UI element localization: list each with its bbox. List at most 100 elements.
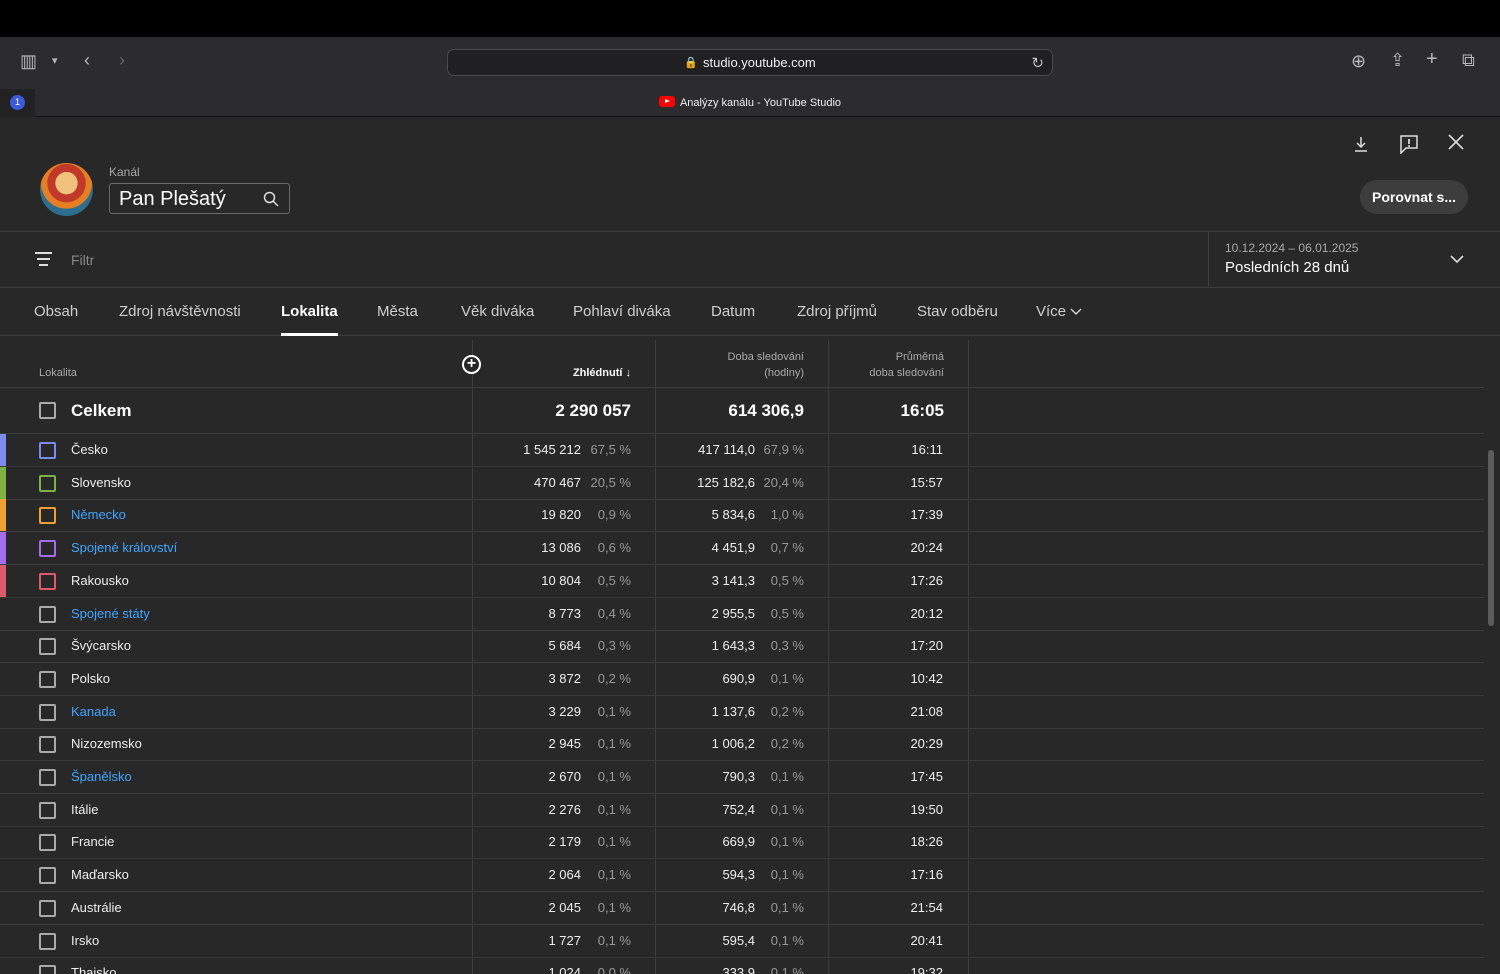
watch-time-percent: 0,1 % — [770, 899, 804, 915]
avatar — [40, 163, 93, 216]
row-checkbox[interactable] — [39, 474, 56, 492]
tab-vek-divaka[interactable]: Věk diváka — [461, 303, 534, 320]
table-row: Maďarsko 2 064 0,1 % 594,3 0,1 % 17:16 — [0, 859, 1484, 893]
header-watch-time[interactable]: Doba sledování (hodiny) — [728, 349, 804, 381]
avg-duration-value: 17:39 — [910, 507, 943, 523]
compare-button[interactable]: Porovnat s... — [1360, 180, 1468, 214]
download-report-icon[interactable] — [1352, 135, 1370, 153]
location-table: Lokalita + Zhlédnutí ↓ Doba sledování (ho… — [0, 340, 1484, 974]
views-percent: 0,9 % — [597, 507, 631, 523]
tab-obsah[interactable]: Obsah — [34, 303, 78, 320]
new-tab-icon[interactable]: + — [1426, 49, 1438, 69]
views-value: 1 024 — [548, 965, 581, 974]
tab-vice[interactable]: Více — [1036, 303, 1082, 320]
channel-selector[interactable]: Pan Plešatý — [109, 183, 290, 214]
tab-overview-icon[interactable]: ⧉ — [1462, 50, 1475, 70]
report-header: Kanál Pan Plešatý Porovnat s... — [0, 118, 1500, 232]
row-checkbox[interactable] — [39, 703, 56, 721]
channel-label: Kanál — [109, 165, 140, 179]
views-percent: 0,1 % — [597, 769, 631, 784]
share-icon[interactable]: ⇪ — [1390, 50, 1405, 70]
filter-input[interactable]: Filtr — [71, 252, 94, 268]
active-tab[interactable]: Analýzy kanálu - YouTube Studio — [0, 96, 1500, 109]
avg-duration-value: 20:12 — [910, 605, 943, 621]
table-row: Švýcarsko 5 684 0,3 % 1 643,3 0,3 % 17:20 — [0, 630, 1484, 664]
row-checkbox[interactable] — [39, 572, 56, 590]
sidebar-toggle-icon[interactable]: ▥ — [20, 51, 37, 71]
views-percent: 0,1 % — [597, 801, 631, 817]
avg-duration-value: 16:11 — [911, 442, 943, 457]
views-value: 2 064 — [548, 867, 581, 883]
views-value: 13 086 — [541, 540, 581, 556]
forward-icon[interactable]: › — [119, 50, 125, 70]
views-percent: 0,1 % — [597, 899, 631, 915]
row-checkbox[interactable] — [39, 605, 56, 623]
date-range-picker[interactable]: 10.12.2024 – 06.01.2025 Posledních 28 dn… — [1208, 232, 1500, 288]
row-checkbox[interactable] — [39, 736, 56, 754]
views-value: 19 820 — [541, 507, 581, 523]
table-row: Česko 1 545 212 67,5 % 417 114,0 67,9 % 16:11 — [0, 434, 1484, 467]
watch-time-value: 125 182,6 — [697, 474, 755, 490]
feedback-icon[interactable] — [1399, 134, 1419, 154]
reload-icon[interactable]: ↻ — [1031, 54, 1044, 72]
tab-mesta[interactable]: Města — [377, 303, 418, 320]
watch-time-value: 1 006,2 — [711, 736, 755, 752]
row-checkbox[interactable] — [39, 769, 56, 786]
table-row: Spojené státy 8 773 0,4 % 2 955,5 0,5 % 20:12 — [0, 598, 1484, 631]
row-checkbox[interactable] — [39, 801, 56, 819]
header-avg-view-duration[interactable]: Průměrná doba sledování — [869, 349, 944, 381]
location-name[interactable]: Spojené království — [71, 540, 177, 555]
location-name[interactable]: Španělsko — [71, 769, 132, 784]
tab-stav-odberu[interactable]: Stav odběru — [917, 303, 998, 320]
location-name[interactable]: Spojené státy — [71, 606, 150, 621]
total-checkbox[interactable] — [39, 402, 56, 419]
watch-time-percent: 0,1 % — [770, 965, 804, 974]
location-name: Thajsko — [71, 965, 117, 974]
header-location[interactable]: Lokalita — [39, 365, 77, 381]
lock-icon: 🔒 — [684, 57, 698, 69]
views-percent: 0,6 % — [597, 540, 631, 556]
header-views[interactable]: Zhlédnutí ↓ — [573, 365, 631, 381]
tab-datum[interactable]: Datum — [711, 303, 755, 320]
download-icon[interactable]: ⊕ — [1351, 51, 1366, 71]
location-name[interactable]: Kanada — [71, 704, 116, 719]
header-views-label: Zhlédnutí — [572, 367, 623, 379]
scrollbar[interactable] — [1488, 450, 1494, 626]
views-value: 5 684 — [548, 638, 581, 654]
watch-time-percent: 0,1 % — [770, 867, 804, 883]
header-watch-time-line1: Doba sledování — [727, 351, 804, 363]
watch-time-value: 417 114,0 — [698, 442, 755, 457]
location-name[interactable]: Německo — [71, 507, 126, 522]
row-checkbox[interactable] — [39, 899, 56, 917]
filter-icon[interactable] — [35, 252, 52, 270]
row-checkbox[interactable] — [39, 507, 56, 525]
row-checkbox[interactable] — [39, 965, 56, 974]
avg-duration-value: 10:42 — [910, 670, 943, 686]
back-icon[interactable]: ‹ — [84, 50, 90, 70]
row-checkbox[interactable] — [39, 442, 56, 459]
watch-time-value: 752,4 — [722, 801, 755, 817]
row-checkbox[interactable] — [39, 540, 56, 558]
tab-lokalita[interactable]: Lokalita — [281, 303, 338, 336]
row-checkbox[interactable] — [39, 834, 56, 852]
address-bar[interactable]: 🔒 studio.youtube.com ↻ — [447, 49, 1053, 76]
series-color-bar — [0, 466, 6, 499]
views-value: 2 179 — [548, 834, 581, 850]
avg-duration-value: 21:08 — [910, 703, 943, 719]
views-percent: 0,1 % — [597, 932, 631, 948]
row-checkbox[interactable] — [39, 638, 56, 656]
search-icon[interactable] — [263, 191, 279, 207]
location-name: Švýcarsko — [71, 638, 131, 654]
tab-zdroj-navstevnosti[interactable]: Zdroj návštěvnosti — [119, 303, 241, 320]
row-checkbox[interactable] — [39, 670, 56, 688]
table-row: Thajsko 1 024 0,0 % 333,9 0,1 % 19:32 — [0, 957, 1484, 974]
chevron-down-icon[interactable]: ▾ — [52, 51, 58, 71]
add-metric-icon[interactable]: + — [462, 355, 481, 374]
tab-pohlavi-divaka[interactable]: Pohlaví diváka — [573, 303, 671, 320]
views-value: 2 045 — [548, 899, 581, 915]
row-checkbox[interactable] — [39, 867, 56, 885]
tab-zdroj-prijmu[interactable]: Zdroj příjmů — [797, 303, 877, 320]
views-value: 2 276 — [548, 801, 581, 817]
row-checkbox[interactable] — [39, 932, 56, 950]
close-icon[interactable] — [1448, 134, 1464, 150]
